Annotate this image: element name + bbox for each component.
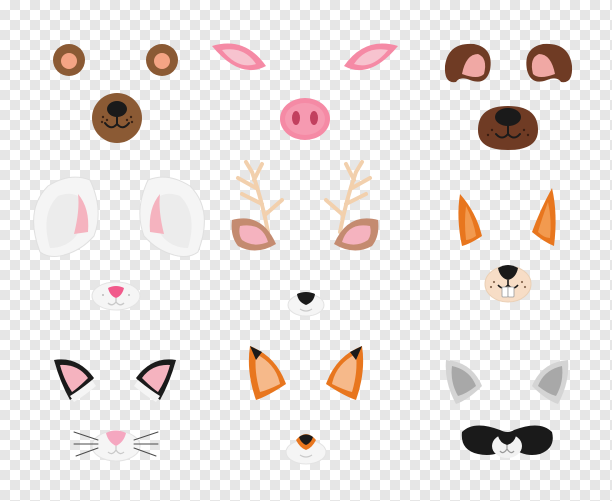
dog-nose bbox=[478, 106, 538, 150]
pig-ear-right bbox=[344, 43, 398, 71]
raccoon-ear-right bbox=[532, 360, 569, 404]
rabbit-mask bbox=[33, 176, 205, 311]
dog-mask bbox=[444, 43, 573, 150]
raccoon-ear-left bbox=[445, 360, 482, 404]
deer-mask bbox=[231, 160, 379, 317]
dog-ear-left bbox=[444, 43, 491, 83]
fox-ear-left bbox=[248, 346, 286, 400]
cat-mask bbox=[54, 359, 176, 462]
raccoon-mask bbox=[445, 360, 569, 458]
deer-ear-left bbox=[231, 218, 276, 251]
rabbit-ear-left bbox=[33, 176, 99, 257]
rabbit-ear-right bbox=[139, 176, 205, 257]
fox-ear-right bbox=[326, 346, 364, 400]
dog-ear-right bbox=[526, 43, 573, 83]
transparent-canvas bbox=[0, 0, 612, 501]
fox-nose bbox=[285, 434, 327, 465]
squirrel-mask bbox=[458, 188, 556, 303]
deer-nose bbox=[287, 292, 325, 317]
cat-nose-with-whiskers bbox=[73, 430, 159, 462]
cat-ear-left bbox=[54, 359, 96, 402]
bear-ear-right bbox=[146, 44, 178, 76]
squirrel-face bbox=[484, 265, 532, 303]
cat-ear-right bbox=[134, 359, 176, 402]
squirrel-ear-left bbox=[458, 194, 482, 246]
bear-ear-left bbox=[53, 44, 85, 76]
animal-masks-illustration bbox=[33, 43, 573, 465]
squirrel-ear-right bbox=[532, 188, 556, 246]
pig-snout bbox=[280, 98, 330, 140]
pig-mask bbox=[212, 43, 398, 140]
fox-mask bbox=[248, 346, 364, 465]
rabbit-nose bbox=[91, 281, 141, 311]
pig-ear-left bbox=[212, 43, 266, 71]
raccoon-face-mask bbox=[461, 425, 553, 458]
bear-snout bbox=[92, 93, 142, 143]
bear-mask bbox=[53, 44, 178, 143]
